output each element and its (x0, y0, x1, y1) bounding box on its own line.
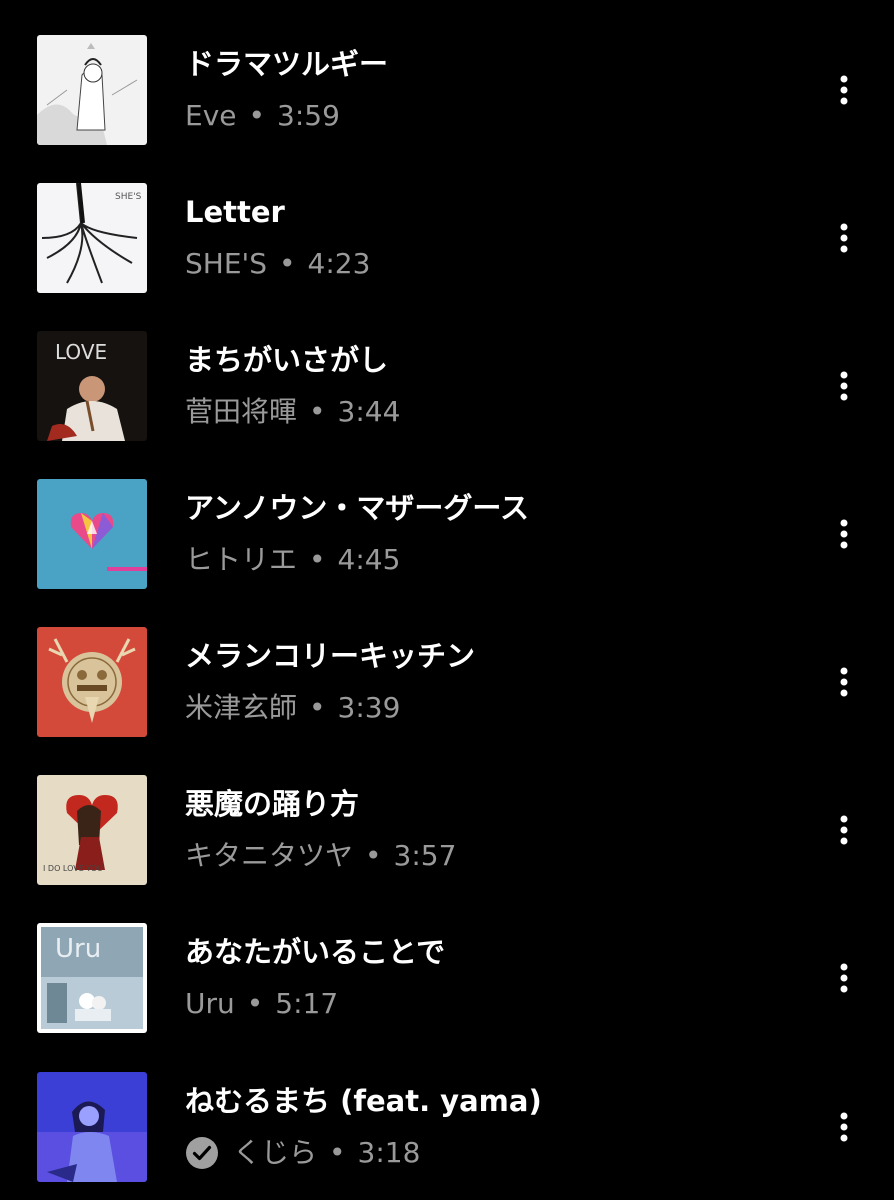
meta-separator: • (309, 691, 326, 724)
more-vertical-icon (840, 519, 848, 549)
track-meta: ヒトリエ • 4:45 (185, 540, 400, 580)
track-meta: くじら • 3:18 (185, 1133, 420, 1173)
track-meta: 菅田将暉 • 3:44 (185, 392, 400, 432)
album-art-melancholy-kitchen (37, 627, 147, 737)
meta-separator: • (248, 99, 266, 132)
track-duration: 3:18 (357, 1136, 421, 1169)
track-meta: SHE'S • 4:23 (185, 244, 370, 284)
track-row[interactable]: ドラマツルギー Eve • 3:59 (0, 0, 894, 148)
track-meta: Eve • 3:59 (185, 96, 340, 136)
album-art-akuma: I DO LOVE YOU (37, 775, 147, 885)
more-vertical-icon (840, 815, 848, 845)
album-art-dramaturgy (37, 35, 147, 145)
more-options-button[interactable] (826, 664, 862, 700)
track-title: あなたがいることで (185, 935, 446, 969)
meta-separator: • (309, 543, 326, 576)
track-duration: 3:39 (337, 691, 401, 724)
more-options-button[interactable] (826, 1109, 862, 1145)
track-title: Letter (185, 195, 285, 229)
track-row[interactable]: Uru あなたがいることで Uru • 5:17 (0, 888, 894, 1036)
album-logo-text: LOVE (55, 340, 107, 364)
meta-separator: • (329, 1136, 346, 1169)
track-meta: 米津玄師 • 3:39 (185, 688, 400, 728)
meta-separator: • (365, 839, 382, 872)
album-art-machigai: LOVE (37, 331, 147, 441)
more-vertical-icon (840, 371, 848, 401)
meta-separator: • (279, 247, 296, 280)
track-duration: 4:45 (337, 543, 401, 576)
track-artist: キタニタツヤ (185, 839, 354, 872)
track-duration: 3:57 (393, 839, 457, 872)
track-duration: 3:59 (277, 99, 340, 132)
track-title: ねむるまち (feat. yama) (185, 1084, 542, 1118)
album-art-letter: SHE'S (37, 183, 147, 293)
more-options-button[interactable] (826, 960, 862, 996)
track-title: アンノウン・マザーグース (185, 491, 529, 525)
more-options-button[interactable] (826, 220, 862, 256)
track-meta: Uru • 5:17 (185, 984, 338, 1024)
meta-separator: • (246, 987, 264, 1020)
check-circle-icon (186, 1137, 218, 1169)
album-art-unknown-mothergoose (37, 479, 147, 589)
album-logo-text: SHE'S (115, 192, 142, 202)
track-row[interactable]: アンノウン・マザーグース ヒトリエ • 4:45 (0, 444, 894, 592)
more-vertical-icon (840, 75, 848, 105)
track-artist: 菅田将暉 (185, 395, 298, 428)
more-options-button[interactable] (826, 368, 862, 404)
track-artist: SHE'S (185, 247, 267, 280)
track-artist: ヒトリエ (185, 543, 298, 576)
track-title: メランコリーキッチン (185, 639, 476, 673)
more-options-button[interactable] (826, 72, 862, 108)
track-row[interactable]: SHE'S Letter SHE'S • 4:23 (0, 148, 894, 296)
track-title: 悪魔の踊り方 (185, 787, 360, 821)
more-vertical-icon (840, 223, 848, 253)
track-list: ドラマツルギー Eve • 3:59 SHE'S Letter SHE'S • … (0, 0, 894, 1200)
meta-separator: • (309, 395, 326, 428)
album-logo-text: Uru (55, 934, 101, 964)
album-logo-text: I DO LOVE YOU (43, 864, 103, 873)
track-title: まちがいさがし (185, 343, 389, 377)
track-artist: Uru (185, 987, 235, 1020)
album-art-anata-ga: Uru (37, 923, 147, 1033)
album-art-nemurumachi (37, 1072, 147, 1182)
more-vertical-icon (840, 963, 848, 993)
track-row[interactable]: LOVE まちがいさがし 菅田将暉 • 3:44 (0, 296, 894, 444)
track-title: ドラマツルギー (185, 47, 389, 81)
track-row[interactable]: I DO LOVE YOU 悪魔の踊り方 キタニタツヤ • 3:57 (0, 740, 894, 888)
more-options-button[interactable] (826, 812, 862, 848)
track-duration: 4:23 (307, 247, 371, 280)
track-artist: Eve (185, 99, 237, 132)
track-duration: 5:17 (275, 987, 339, 1020)
track-row[interactable]: メランコリーキッチン 米津玄師 • 3:39 (0, 592, 894, 740)
track-artist: くじら (233, 1136, 318, 1169)
more-vertical-icon (840, 1112, 848, 1142)
track-meta: キタニタツヤ • 3:57 (185, 836, 456, 876)
track-duration: 3:44 (337, 395, 401, 428)
more-options-button[interactable] (826, 516, 862, 552)
more-vertical-icon (840, 667, 848, 697)
track-row[interactable]: ねむるまち (feat. yama) くじら • 3:18 (0, 1037, 894, 1185)
track-artist: 米津玄師 (185, 691, 298, 724)
